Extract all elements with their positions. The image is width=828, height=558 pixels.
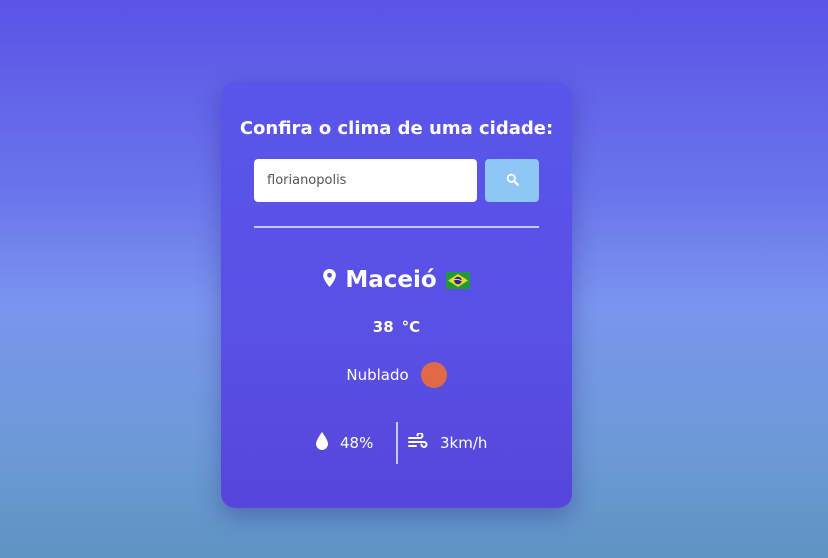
city-header: Maceió — [221, 267, 572, 293]
humidity-value: 48% — [340, 434, 374, 452]
water-drop-icon — [316, 432, 328, 454]
temperature: 38 °C — [221, 318, 572, 336]
wind-detail: 3km/h — [408, 422, 487, 464]
brazil-flag-icon — [445, 271, 470, 289]
cloudy-weather-icon — [420, 362, 447, 388]
details-divider — [396, 422, 398, 464]
weather-description: Nublado — [346, 366, 409, 384]
map-pin-icon — [323, 269, 337, 291]
form-title: Confira o clima de uma cidade: — [239, 118, 554, 139]
weather-details: 48% 3km/h — [221, 422, 572, 464]
weather-card: Confira o clima de uma cidade: Maceió — [221, 82, 572, 508]
city-search-input[interactable] — [254, 159, 477, 202]
wind-value: 3km/h — [440, 434, 488, 452]
search-button[interactable] — [485, 159, 539, 202]
city-name: Maceió — [345, 267, 437, 293]
form-divider — [254, 226, 539, 228]
search-icon — [506, 173, 519, 189]
wind-icon — [408, 431, 428, 454]
weather-description-row: Nublado — [221, 362, 572, 388]
temperature-unit: °C — [401, 318, 421, 336]
humidity-detail: 48% — [316, 422, 373, 464]
search-form — [254, 159, 539, 202]
temperature-value: 38 — [372, 318, 394, 336]
